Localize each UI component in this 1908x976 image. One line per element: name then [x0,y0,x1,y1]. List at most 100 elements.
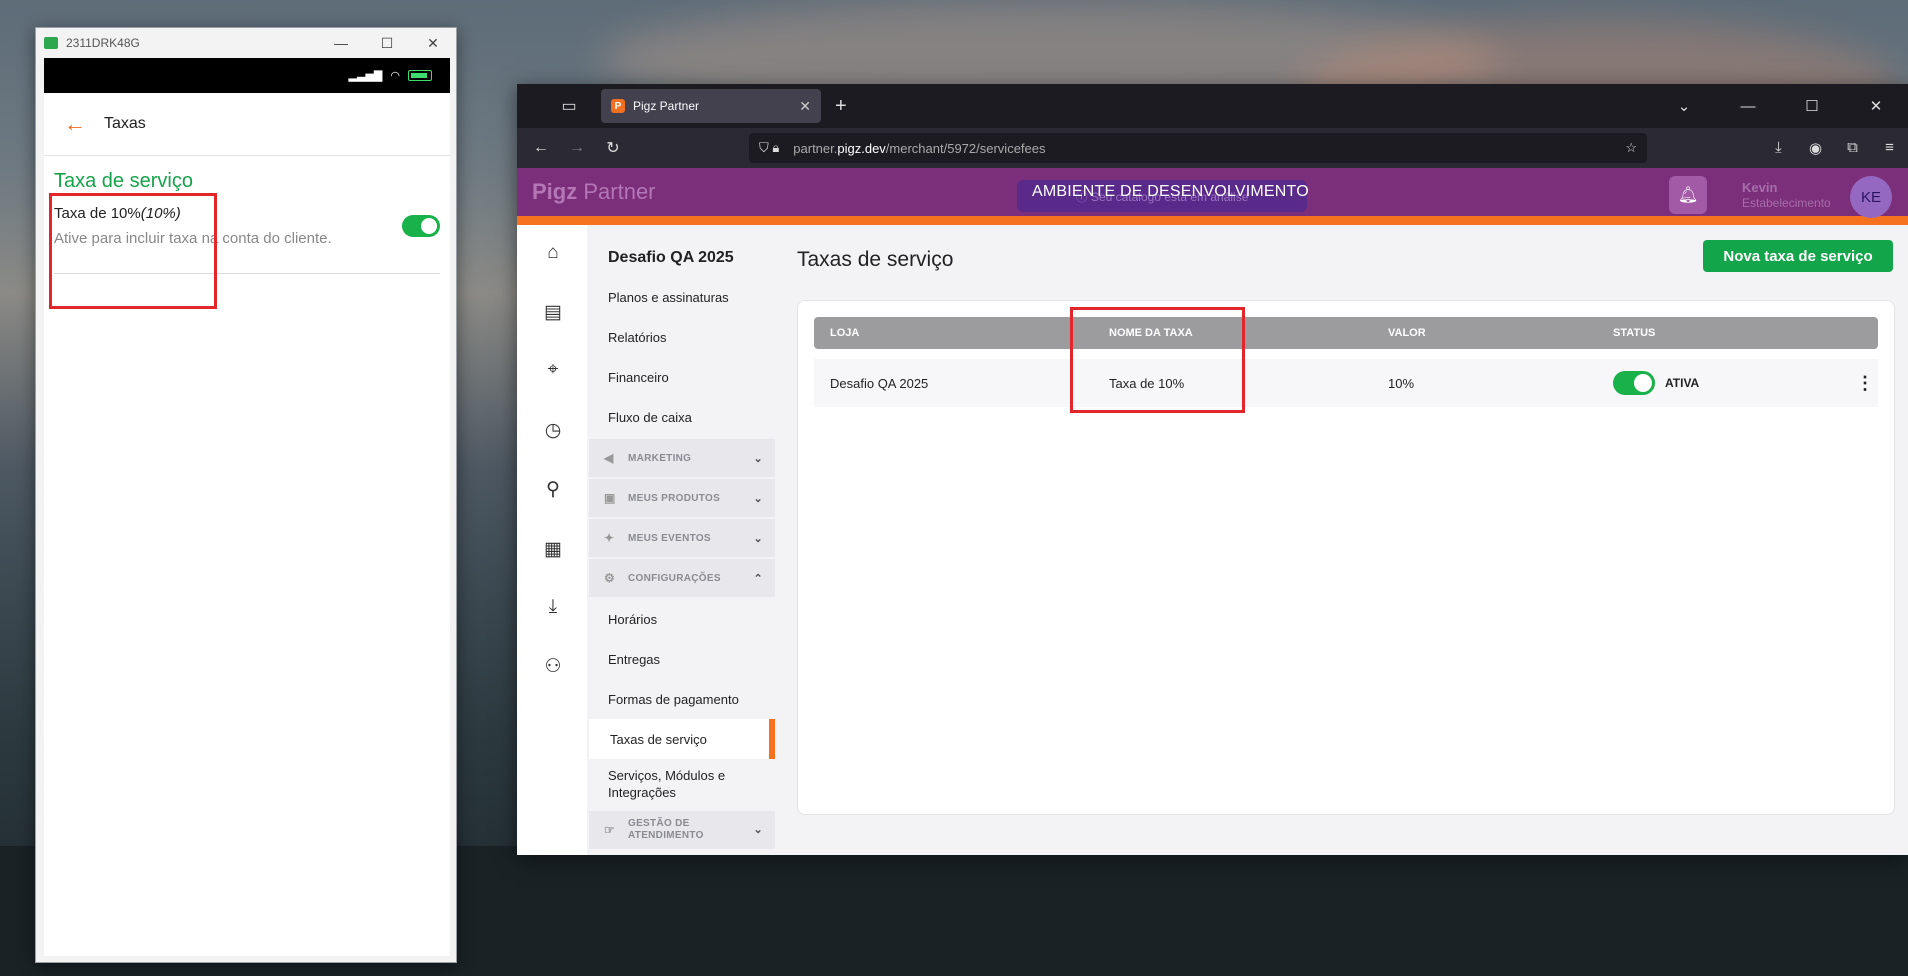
account-icon[interactable]: ◉ [1797,139,1834,157]
tag-icon[interactable]: ⌖ [539,356,567,384]
menu-item-cashflow[interactable]: Fluxo de caixa [587,397,777,437]
close-icon[interactable]: ✕ [410,28,456,58]
phone-status-bar: ▂▃▅▇ ◠ [44,58,450,93]
chevron-down-icon: ⌄ [753,532,763,545]
url-bar[interactable]: ⛉ 🔒︎ partner. pigz.dev/merchant/5972/serv… [749,133,1647,163]
clock-icon[interactable]: ◷ [539,416,567,444]
chevron-down-icon: ⌄ [753,452,763,465]
signal-icon: ▂▃▅▇ [348,70,383,82]
menu-group-marketing[interactable]: ◀ MARKETING ⌄ [589,439,775,477]
tab-list-icon[interactable]: ⌄ [1652,84,1716,128]
phone-app-header: ← Taxas [44,93,450,156]
browser-tab[interactable]: P Pigz Partner ✕ [601,89,821,123]
highlight-box-phone [49,193,217,309]
megaphone-icon: ◀ [604,451,614,465]
browser-navbar: ← → ↻ ⛉ 🔒︎ partner. pigz.dev/merchant/597… [517,128,1908,168]
wifi-icon: ◠ [390,70,400,82]
new-tab-button[interactable]: + [835,95,847,118]
menu-group-products[interactable]: ▣ MEUS PRODUTOS ⌄ [589,479,775,517]
user-name: Kevin [1742,180,1778,195]
avatar[interactable]: KE [1850,176,1892,218]
menu-item-hours[interactable]: Horários [587,599,777,639]
users-icon[interactable]: ⚇ [539,652,567,680]
more-options-icon[interactable]: ⋮ [1852,373,1878,394]
bell-icon[interactable]: 🔔︎ [1669,176,1707,214]
icon-rail: ⌂ ▤ ⌖ ◷ ⚲ ▦ ⤓ ⚇ [517,225,587,855]
menu-item-service-fees[interactable]: Taxas de serviço [589,719,775,759]
url-path: /merchant/5972/servicefees [885,140,1046,156]
table-row: Desafio QA 2025 Taxa de 10% 10% ATIVA ⋮ [814,359,1878,407]
maximize-icon[interactable]: ☐ [1780,84,1844,128]
fees-table-card: LOJA NOME DA TAXA VALOR STATUS Desafio Q… [797,300,1895,815]
tab-overview-icon[interactable]: ▭ [543,84,595,128]
side-menu: Desafio QA 2025 Planos e assinaturas Rel… [587,225,777,855]
maximize-icon[interactable]: ☐ [364,28,410,58]
menu-group-label: CONFIGURAÇÕES [628,572,721,584]
extensions-icon[interactable]: ⧉ [1834,139,1871,157]
app-topbar: Pigz Partner ⓘ Seu catálogo está em anál… [517,168,1908,218]
party-icon: ✦ [604,531,615,545]
status-toggle[interactable] [1613,371,1655,395]
back-icon[interactable]: ← [523,132,559,164]
phone-window-title: 2311DRK48G [66,36,140,50]
cell-status: ATIVA [1597,371,1852,395]
table-header: LOJA NOME DA TAXA VALOR STATUS [814,317,1878,349]
url-prefix: partner. [793,140,838,156]
menu-item-reports[interactable]: Relatórios [587,317,777,357]
phone-titlebar: 2311DRK48G — ☐ ✕ [36,28,456,58]
tab-title: Pigz Partner [633,99,700,113]
menu-group-label: MEUS PRODUTOS [628,492,721,504]
download-icon[interactable]: ⤓ [1760,139,1797,157]
phone-section-title: Taxa de serviço [54,170,193,192]
download-icon[interactable]: ⤓ [539,593,567,621]
minimize-icon[interactable]: — [318,28,364,58]
back-arrow-icon[interactable]: ← [64,111,104,137]
menu-item-integrations[interactable]: Serviços, Módulos e Integrações [587,759,777,809]
forward-icon[interactable]: → [559,132,595,164]
receipt-icon[interactable]: ▦ [539,535,567,563]
bookmark-star-icon[interactable]: ☆ [1625,140,1637,156]
menu-group-label: MEUS EVENTOS [628,532,711,544]
pigz-logo: Pigz Partner [532,179,656,205]
menu-store-name: Desafio QA 2025 [608,249,734,266]
handshake-icon: ☞ [604,823,616,837]
scooter-icon[interactable]: ⚲ [539,475,567,503]
menu-item-payment-methods[interactable]: Formas de pagamento [587,679,777,719]
archive-icon[interactable]: ▤ [539,298,567,326]
phone-emulator-window: 2311DRK48G — ☐ ✕ ▂▃▅▇ ◠ ← Taxas Taxa de … [35,27,457,963]
user-info[interactable]: Kevin Estabelecimento [1742,180,1831,211]
store-icon[interactable]: ⌂ [539,239,567,267]
column-header-status: STATUS [1613,327,1656,339]
reload-icon[interactable]: ↻ [595,132,631,164]
menu-item-financial[interactable]: Financeiro [587,357,777,397]
column-header-store: LOJA [830,327,860,339]
menu-item-plans[interactable]: Planos e assinaturas [587,277,777,317]
minimize-icon[interactable]: — [1716,84,1780,128]
new-fee-button[interactable]: Nova taxa de serviço [1703,240,1893,272]
web-page: Pigz Partner ⓘ Seu catálogo está em anál… [517,168,1908,855]
phone-fee-toggle[interactable] [402,215,440,237]
battery-icon [408,70,432,81]
menu-icon[interactable]: ≡ [1871,139,1908,157]
dev-environment-banner: AMBIENTE DE DESENVOLVIMENTO [1032,183,1309,200]
phone-header-title: Taxas [104,115,146,132]
page-title: Taxas de serviço [797,248,954,271]
tab-close-icon[interactable]: ✕ [799,98,811,115]
chevron-down-icon: ⌄ [753,492,763,505]
menu-item-deliveries[interactable]: Entregas [587,639,777,679]
user-role: Estabelecimento [1742,196,1831,210]
menu-group-label: MARKETING [628,452,692,464]
menu-group-service-management[interactable]: ☞ GESTÃO DE ATENDIMENTO ⌄ [589,811,775,849]
menu-group-events[interactable]: ✦ MEUS EVENTOS ⌄ [589,519,775,557]
close-icon[interactable]: ✕ [1844,84,1908,128]
shield-lock-icon[interactable]: ⛉ 🔒︎ [759,140,779,156]
menu-group-settings[interactable]: ⚙ CONFIGURAÇÕES ⌃ [589,559,775,597]
logo-light: Partner [583,179,656,204]
browser-window-controls: ⌄ — ☐ ✕ [1652,84,1908,128]
column-header-value: VALOR [1388,327,1426,339]
browser-tabbar: ▭ P Pigz Partner ✕ + ⌄ — ☐ ✕ [517,84,1908,128]
logo-bold: Pigz [532,179,578,204]
chevron-up-icon: ⌃ [753,572,763,585]
cell-store: Desafio QA 2025 [830,375,929,391]
chevron-down-icon: ⌄ [753,824,763,836]
